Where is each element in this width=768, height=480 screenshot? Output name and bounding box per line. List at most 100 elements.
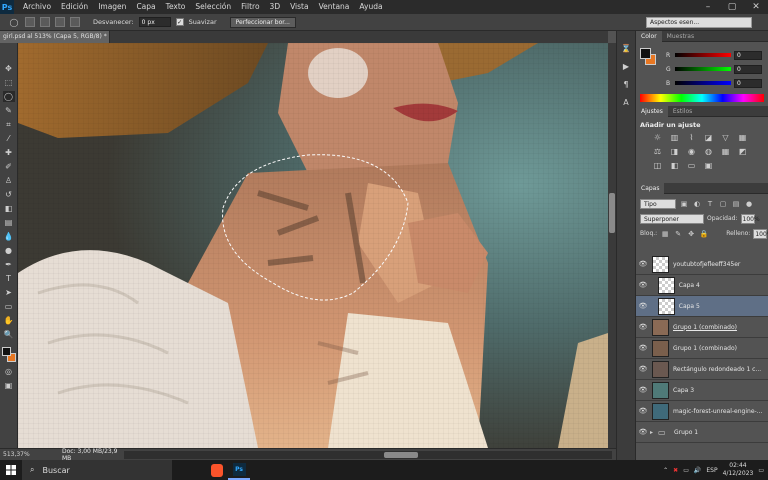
network-icon[interactable]: ▭: [683, 467, 689, 474]
layer-row[interactable]: 👁 Rectángulo redondeado 1 c...: [636, 359, 768, 380]
visibility-eye-icon[interactable]: 👁: [636, 386, 650, 394]
move-tool-icon[interactable]: ✥: [3, 63, 15, 74]
visibility-eye-icon[interactable]: 👁: [636, 428, 650, 436]
lock-transparent-icon[interactable]: ▦: [660, 230, 670, 238]
actions-icon[interactable]: ▶: [619, 61, 633, 73]
screen-mode-icon[interactable]: ▣: [3, 380, 15, 391]
smooth-checkbox[interactable]: ✓: [175, 18, 184, 26]
visibility-eye-icon[interactable]: 👁: [636, 407, 650, 415]
document-canvas[interactable]: [18, 43, 608, 448]
vertical-scrollbar[interactable]: [608, 43, 616, 448]
lock-all-icon[interactable]: 🔒: [699, 230, 709, 238]
menu-vista[interactable]: Vista: [285, 0, 314, 14]
stamp-tool-icon[interactable]: ♙: [3, 175, 15, 186]
fill-input[interactable]: 100%: [753, 228, 768, 239]
vertical-scroll-thumb[interactable]: [609, 193, 615, 233]
dodge-tool-icon[interactable]: ●: [3, 245, 15, 256]
blue-value-input[interactable]: 0: [734, 78, 762, 88]
refine-edge-button[interactable]: Perfeccionar bor...: [229, 16, 296, 28]
tab-swatches[interactable]: Muestras: [662, 31, 699, 42]
threshold-icon[interactable]: ◧: [669, 161, 680, 171]
type-tool-icon[interactable]: T: [3, 273, 15, 284]
tab-styles[interactable]: Estilos: [668, 106, 697, 117]
opacity-input[interactable]: 100%: [740, 213, 760, 224]
layer-row[interactable]: 👁 Capa 4: [636, 275, 768, 296]
eyedropper-tool-icon[interactable]: ⁄: [3, 133, 15, 144]
levels-icon[interactable]: ▥: [669, 133, 680, 143]
taskbar-search[interactable]: ⌕ Buscar: [22, 460, 172, 480]
new-selection-button[interactable]: [25, 17, 35, 27]
expand-arrow-icon[interactable]: ▸: [650, 429, 658, 436]
photoshop-taskbar-icon[interactable]: Ps: [228, 460, 250, 480]
menu-filtro[interactable]: Filtro: [236, 0, 264, 14]
menu-seleccion[interactable]: Selección: [190, 0, 236, 14]
kind-filter-select[interactable]: Tipo: [640, 198, 676, 209]
filter-smart-icon[interactable]: ▤: [731, 200, 741, 208]
filter-shape-icon[interactable]: ▢: [718, 200, 728, 208]
green-slider[interactable]: [675, 67, 731, 71]
lasso-tool-icon[interactable]: ◯: [2, 91, 15, 102]
brush-tool-icon[interactable]: ✐: [3, 161, 15, 172]
menu-texto[interactable]: Texto: [161, 0, 191, 14]
red-value-input[interactable]: 0: [734, 50, 762, 60]
minimize-icon[interactable]: –: [696, 0, 720, 14]
subtract-selection-button[interactable]: [55, 17, 65, 27]
tab-color[interactable]: Color: [636, 30, 662, 42]
blur-tool-icon[interactable]: 💧: [3, 231, 15, 242]
zoom-level[interactable]: 513,37%: [0, 451, 40, 458]
brave-browser-icon[interactable]: [206, 460, 228, 480]
history-icon[interactable]: ⌛: [619, 43, 633, 55]
menu-edicion[interactable]: Edición: [56, 0, 93, 14]
workspace-select[interactable]: Aspectos esen...: [646, 17, 752, 28]
tray-overflow-icon[interactable]: ⌃: [663, 467, 668, 474]
layer-row[interactable]: 👁 magic-forest-unreal-engine-...: [636, 401, 768, 422]
marquee-tool-icon[interactable]: ⬚: [3, 77, 15, 88]
blend-mode-select[interactable]: Superponer: [640, 213, 704, 224]
visibility-eye-icon[interactable]: 👁: [636, 302, 650, 310]
tab-adjustments[interactable]: Ajustes: [636, 105, 668, 117]
feather-input[interactable]: 0 px: [138, 17, 171, 27]
close-icon[interactable]: ✕: [744, 0, 768, 14]
layer-row-selected[interactable]: 👁 Capa 5: [636, 296, 768, 317]
layer-row[interactable]: 👁 Grupo 1 (combinado): [636, 317, 768, 338]
menu-ayuda[interactable]: Ayuda: [354, 0, 387, 14]
red-slider[interactable]: [675, 53, 731, 57]
menu-archivo[interactable]: Archivo: [18, 0, 56, 14]
exposure-icon[interactable]: ◪: [703, 133, 714, 143]
posterize-icon[interactable]: ◫: [652, 161, 663, 171]
layer-group-row[interactable]: 👁 ▸ ▭ Grupo 1: [636, 422, 768, 443]
color-swatches[interactable]: [1, 347, 16, 363]
volume-icon[interactable]: 🔊: [694, 467, 701, 474]
history-brush-icon[interactable]: ↺: [3, 189, 15, 200]
path-select-tool-icon[interactable]: ➤: [3, 287, 15, 298]
visibility-eye-icon[interactable]: 👁: [636, 344, 650, 352]
menu-3d[interactable]: 3D: [265, 0, 286, 14]
filter-toggle-icon[interactable]: ●: [744, 200, 754, 208]
language-indicator[interactable]: ESP: [706, 467, 717, 474]
lock-move-icon[interactable]: ✥: [686, 230, 696, 238]
notifications-icon[interactable]: ▭: [758, 467, 764, 474]
photo-filter-icon[interactable]: ◉: [686, 147, 697, 157]
balance-icon[interactable]: ⚖: [652, 147, 663, 157]
gradient-map-icon[interactable]: ▭: [686, 161, 697, 171]
crop-tool-icon[interactable]: ⌗: [3, 119, 15, 130]
visibility-eye-icon[interactable]: 👁: [636, 323, 650, 331]
healing-tool-icon[interactable]: ✚: [3, 147, 15, 158]
menu-ventana[interactable]: Ventana: [314, 0, 355, 14]
gradient-tool-icon[interactable]: ▤: [3, 217, 15, 228]
menu-capa[interactable]: Capa: [131, 0, 160, 14]
document-tab[interactable]: girl.psd al 513% (Capa 5, RGB/8) *: [0, 31, 110, 43]
quick-select-tool-icon[interactable]: ✎: [3, 105, 15, 116]
eraser-tool-icon[interactable]: ◧: [3, 203, 15, 214]
brush-presets-icon[interactable]: ¶: [619, 79, 633, 91]
tab-layers[interactable]: Capas: [636, 182, 665, 194]
windows-start-icon[interactable]: [0, 460, 22, 480]
mixer-icon[interactable]: ◍: [703, 147, 714, 157]
invert-icon[interactable]: ◩: [737, 147, 748, 157]
visibility-eye-icon[interactable]: 👁: [636, 260, 650, 268]
color-spectrum[interactable]: [640, 94, 764, 102]
menu-imagen[interactable]: Imagen: [93, 0, 131, 14]
visibility-eye-icon[interactable]: 👁: [636, 365, 650, 373]
layer-row[interactable]: 👁 Capa 3: [636, 380, 768, 401]
green-value-input[interactable]: 0: [734, 64, 762, 74]
